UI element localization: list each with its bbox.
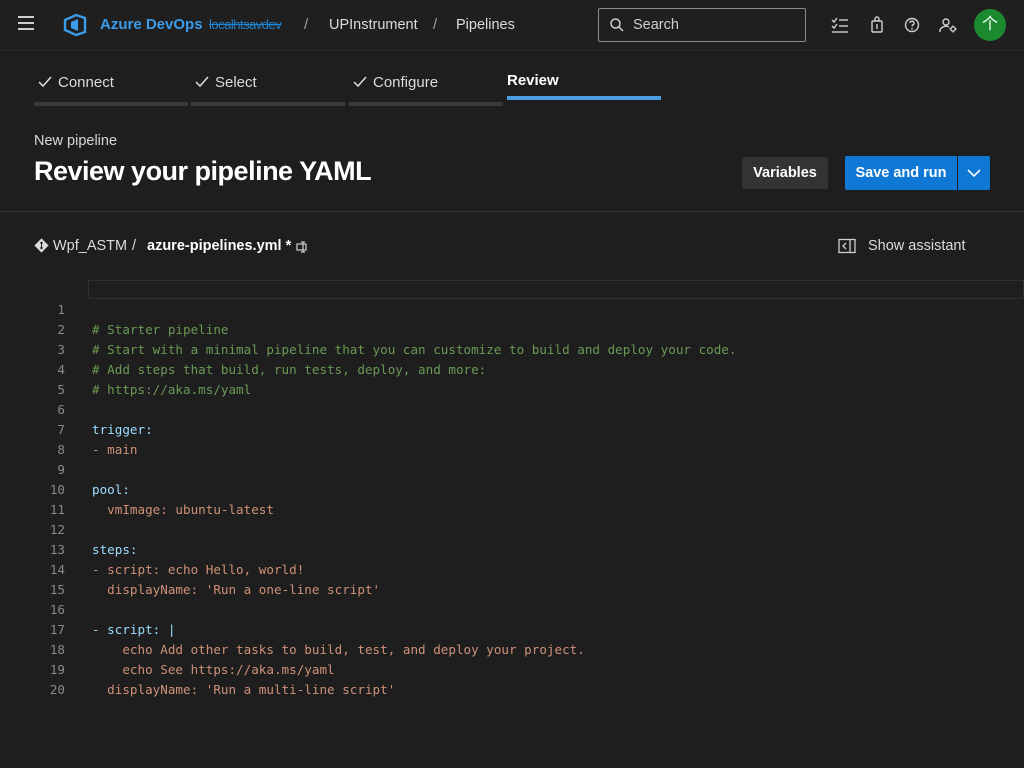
code-line: 2 # Start with a minimal pipeline that y… xyxy=(0,300,1024,357)
wizard-step-label: Configure xyxy=(373,74,439,91)
code-line: 10 vmImage: ubuntu-latest xyxy=(0,460,1024,517)
code-line: 14 displayName: 'Run a one-line script' xyxy=(0,540,1024,597)
wizard-step-select[interactable]: Select xyxy=(191,72,347,106)
wizard-step-configure[interactable]: Configure xyxy=(349,72,505,106)
save-options-dropdown-button[interactable] xyxy=(958,156,990,190)
code-line: 12 steps: xyxy=(0,500,1024,557)
file-name[interactable]: azure-pipelines.yml * xyxy=(147,238,291,254)
page-title: Review your pipeline YAML xyxy=(34,156,372,186)
code-line: 13 - script: echo Hello, world! xyxy=(0,520,1024,577)
rename-file-icon[interactable] xyxy=(296,240,310,254)
save-and-run-button[interactable]: Save and run xyxy=(845,156,957,190)
marketplace-bag-icon[interactable] xyxy=(867,15,887,35)
wizard-step-label: Review xyxy=(507,72,559,89)
search-input[interactable]: Search xyxy=(598,8,806,42)
code-line: 20 xyxy=(0,660,1024,697)
line-number: 20 xyxy=(49,682,65,697)
wizard-step-label: Connect xyxy=(58,74,114,91)
check-icon xyxy=(353,76,367,88)
top-bar: Azure DevOps localhtsavdev / UPInstrumen… xyxy=(0,0,1024,51)
work-items-icon[interactable] xyxy=(830,15,850,35)
check-icon xyxy=(38,76,52,88)
code-line: 8 xyxy=(0,420,1024,457)
code-line: 4 # https://aka.ms/yaml xyxy=(0,340,1024,397)
code-line: 19 displayName: 'Run a multi-line script… xyxy=(0,640,1024,697)
code-line: 3 # Add steps that build, run tests, dep… xyxy=(0,320,1024,377)
search-placeholder: Search xyxy=(633,17,679,33)
step-progress-bar xyxy=(34,102,188,106)
breadcrumb-separator: / xyxy=(304,16,309,33)
azure-devops-logo-icon[interactable] xyxy=(62,12,88,38)
user-settings-icon[interactable] xyxy=(938,15,958,35)
code-line: 9 pool: xyxy=(0,440,1024,497)
path-separator: / xyxy=(132,238,137,254)
chevron-down-icon xyxy=(967,169,981,178)
variables-button[interactable]: Variables xyxy=(742,157,828,189)
repository-name[interactable]: Wpf_ASTM xyxy=(53,238,127,254)
step-progress-bar xyxy=(349,102,503,106)
yaml-editor[interactable]: 1 # Starter pipeline 2 # Start with a mi… xyxy=(0,280,1024,768)
search-icon xyxy=(610,18,624,32)
code-line: 17 echo Add other tasks to build, test, … xyxy=(0,600,1024,657)
code-line: 15 xyxy=(0,560,1024,597)
code-line: 5 xyxy=(0,360,1024,397)
wizard-step-label: Select xyxy=(215,74,257,91)
code-line: 18 echo See https://aka.ms/yaml xyxy=(0,620,1024,677)
wizard-step-connect[interactable]: Connect xyxy=(34,72,190,106)
step-progress-bar xyxy=(191,102,345,106)
step-progress-bar xyxy=(507,96,661,100)
page-subtitle: New pipeline xyxy=(34,133,118,149)
help-icon[interactable] xyxy=(902,15,922,35)
show-assistant-button[interactable]: Show assistant xyxy=(868,238,966,254)
code-line: 1 # Starter pipeline xyxy=(0,280,1024,337)
show-assistant-icon[interactable] xyxy=(838,238,856,254)
code-line: 11 xyxy=(0,480,1024,517)
breadcrumb-separator: / xyxy=(433,16,438,33)
menu-icon[interactable] xyxy=(18,16,34,30)
brand-link[interactable]: Azure DevOps xyxy=(100,16,203,33)
code-line: 16 - script: | xyxy=(0,580,1024,637)
git-repo-icon xyxy=(34,238,49,253)
breadcrumb-project[interactable]: UPInstrument xyxy=(329,17,418,33)
code-line: 6 trigger: xyxy=(0,380,1024,437)
breadcrumb-pipelines[interactable]: Pipelines xyxy=(456,17,515,33)
code-line: 7 - main xyxy=(0,400,1024,457)
organization-link[interactable]: localhtsavdev xyxy=(209,17,282,32)
header-divider xyxy=(0,211,1024,212)
check-icon xyxy=(195,76,209,88)
wizard-step-review[interactable]: Review xyxy=(507,72,663,106)
code-text: displayName: 'Run a multi-line script' xyxy=(92,682,396,697)
avatar[interactable]: 个 xyxy=(974,9,1006,41)
